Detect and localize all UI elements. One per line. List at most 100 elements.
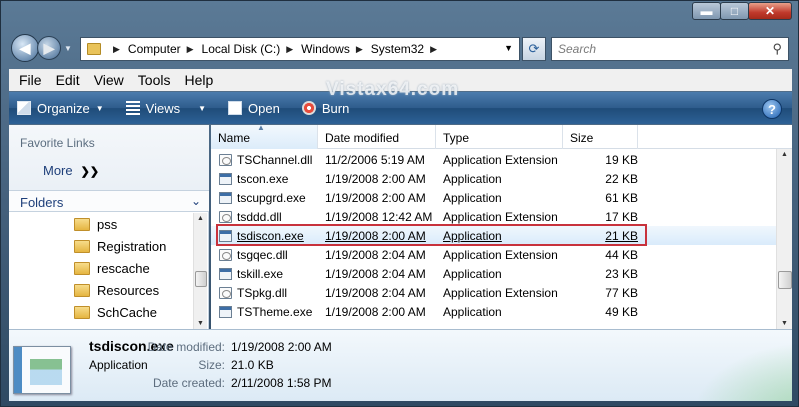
chevron-right-icon[interactable]: ▶ — [187, 44, 194, 55]
selection-highlight-box — [216, 224, 647, 246]
organize-button[interactable]: Organize ▼ — [17, 101, 104, 116]
cell-date: 11/2/2006 5:19 AM — [325, 152, 425, 167]
table-row[interactable]: tskill.exe 1/19/2008 2:04 AM Application 23… — [211, 264, 776, 283]
scroll-up-icon[interactable]: ▲ — [781, 151, 788, 158]
table-row[interactable]: TSChannel.dll 11/2/2006 5:19 AM Applicatio… — [211, 150, 776, 169]
application-icon — [219, 191, 232, 204]
menu-help[interactable]: Help — [184, 72, 213, 88]
cell-name: TSTheme.exe — [211, 305, 318, 319]
menu-edit[interactable]: Edit — [56, 72, 80, 88]
cell-date: 1/19/2008 2:04 AM — [325, 247, 426, 262]
cell-type: Application — [443, 171, 502, 186]
favorite-links-section: Favorite Links More ❯❯ — [9, 125, 209, 190]
size-label: Size: — [198, 358, 225, 372]
column-header-type[interactable]: Type — [436, 125, 563, 149]
scroll-down-icon[interactable]: ▼ — [781, 320, 788, 327]
table-row[interactable]: tsgqec.dll 1/19/2008 2:04 AM Application E… — [211, 245, 776, 264]
burn-button[interactable]: Burn — [301, 101, 349, 116]
scroll-down-icon[interactable]: ▼ — [197, 320, 204, 327]
column-header-name[interactable]: ▲ Name — [211, 123, 318, 149]
double-chevron-icon: ❯❯ — [80, 166, 100, 178]
help-button[interactable]: ? — [762, 99, 782, 119]
organize-label: Organize — [37, 100, 90, 116]
cell-date: 1/19/2008 2:04 AM — [325, 266, 426, 281]
table-row[interactable]: tscupgrd.exe 1/19/2008 2:00 AM Application… — [211, 188, 776, 207]
document-icon — [228, 101, 243, 115]
file-name: tsgqec.dll — [237, 247, 288, 262]
cell-size: 19 KB — [605, 152, 638, 167]
chevron-right-icon[interactable]: ▶ — [356, 44, 363, 55]
scrollbar-thumb[interactable] — [778, 271, 792, 289]
tree-item[interactable]: SchCache — [9, 301, 194, 323]
decorative-swoosh — [672, 330, 792, 401]
open-label: Open — [248, 100, 280, 116]
tree-item[interactable]: Resources — [9, 279, 194, 301]
tree-item[interactable]: rescache — [9, 257, 194, 279]
cell-size: 17 KB — [605, 209, 638, 224]
file-name: tsddd.dll — [237, 209, 282, 224]
title-buttons: ▬ □ ✕ — [692, 2, 792, 20]
maximize-button[interactable]: □ — [720, 2, 749, 20]
cell-date: 1/19/2008 2:00 AM — [325, 304, 426, 319]
column-label: Size — [570, 131, 594, 145]
breadcrumb-system32[interactable]: System32 — [371, 42, 424, 56]
refresh-button[interactable]: ⟳ — [522, 37, 546, 61]
application-icon — [219, 172, 232, 185]
explorer-window: ▬ □ ✕ ◀ ▶ ▼ ▶ Computer ▶ Local Disk (C:) ▶… — [0, 0, 799, 407]
menu-tools[interactable]: Tools — [138, 72, 171, 88]
application-icon — [219, 267, 232, 280]
refresh-icon: ⟳ — [528, 41, 540, 56]
address-bar[interactable]: ▶ Computer ▶ Local Disk (C:) ▶ Windows ▶ Sy… — [80, 37, 520, 61]
tree-item[interactable]: Registration — [9, 235, 194, 257]
table-row[interactable]: tscon.exe 1/19/2008 2:00 AM Application 22 … — [211, 169, 776, 188]
breadcrumb-computer[interactable]: Computer — [128, 42, 181, 56]
cell-name: tsgqec.dll — [211, 248, 318, 262]
file-name: tscon.exe — [237, 171, 289, 186]
chevron-right-icon[interactable]: ▶ — [430, 44, 437, 55]
scroll-up-icon[interactable]: ▲ — [197, 215, 204, 222]
views-button[interactable]: Views ▼ — [125, 101, 206, 116]
forward-button[interactable]: ▶ — [37, 36, 61, 60]
folder-icon — [74, 217, 90, 231]
cell-size: 22 KB — [605, 171, 638, 186]
minimize-button[interactable]: ▬ — [692, 2, 721, 20]
menu-view[interactable]: View — [94, 72, 124, 88]
open-button[interactable]: Open — [228, 101, 280, 116]
breadcrumb-windows[interactable]: Windows — [301, 42, 350, 56]
table-row[interactable]: TSTheme.exe 1/19/2008 2:00 AM Application 4… — [211, 302, 776, 321]
watermark: Vistax64.com — [326, 79, 460, 100]
sort-ascending-icon: ▲ — [257, 123, 265, 132]
scrollbar-thumb[interactable] — [195, 271, 207, 287]
more-link[interactable]: More ❯❯ — [43, 163, 99, 178]
address-dropdown-icon[interactable]: ▼ — [504, 43, 513, 53]
date-modified-value: 1/19/2008 2:00 AM — [231, 340, 332, 354]
tree-item[interactable]: pss — [9, 213, 194, 235]
table-row[interactable]: TSpkg.dll 1/19/2008 2:04 AM Application Ex… — [211, 283, 776, 302]
column-header-date[interactable]: Date modified — [318, 125, 436, 149]
breadcrumb-local-disk[interactable]: Local Disk (C:) — [202, 42, 281, 56]
cell-type: Application Extension — [443, 285, 558, 300]
chevron-down-icon[interactable]: ⌄ — [191, 194, 201, 208]
tree-scrollbar[interactable]: ▲ ▼ — [193, 213, 207, 329]
chevron-right-icon[interactable]: ▶ — [113, 44, 120, 55]
recent-pages-dropdown-icon[interactable]: ▼ — [64, 44, 72, 53]
close-button[interactable]: ✕ — [748, 2, 792, 20]
chevron-right-icon[interactable]: ▶ — [286, 44, 293, 55]
file-name: tscupgrd.exe — [237, 190, 306, 205]
folder-tree: pss Registration rescache Resources SchC… — [9, 213, 194, 329]
cell-size: 49 KB — [605, 304, 638, 319]
back-button[interactable]: ◀ — [11, 34, 39, 62]
application-icon — [13, 346, 71, 394]
cell-name: tskill.exe — [211, 267, 318, 281]
search-input[interactable]: Search ⚲ — [551, 37, 789, 61]
file-list-scrollbar[interactable]: ▲ ▼ — [776, 149, 792, 329]
tree-item-label: Resources — [97, 282, 160, 298]
search-icon[interactable]: ⚲ — [772, 41, 782, 57]
search-placeholder: Search — [558, 42, 597, 56]
file-name: TSpkg.dll — [237, 285, 288, 300]
cell-size: 23 KB — [605, 266, 638, 281]
menu-file[interactable]: File — [19, 72, 42, 88]
navigation-pane: Favorite Links More ❯❯ Folders ⌄ pss Regi… — [9, 125, 209, 329]
folders-header[interactable]: Folders ⌄ — [9, 190, 209, 212]
column-header-size[interactable]: Size — [563, 125, 638, 149]
